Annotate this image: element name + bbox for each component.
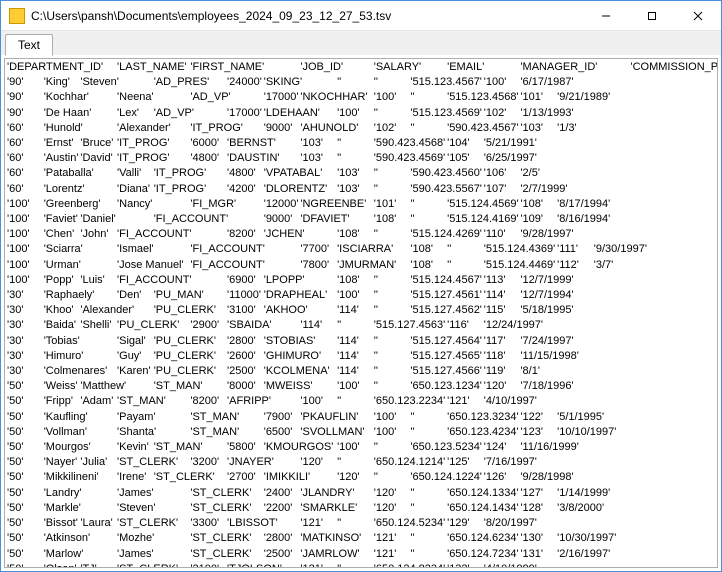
minimize-button[interactable] <box>583 1 629 30</box>
window-titlebar: C:\Users\pansh\Documents\employees_2024_… <box>1 1 721 31</box>
maximize-button[interactable] <box>629 1 675 30</box>
tab-strip: Text <box>1 31 721 55</box>
tab-text[interactable]: Text <box>5 34 53 56</box>
text-content[interactable]: 'DEPARTMENT_ID' 'LAST_NAME' 'FIRST_NAME'… <box>4 58 718 568</box>
app-icon <box>9 8 25 24</box>
window-title: C:\Users\pansh\Documents\employees_2024_… <box>31 9 583 23</box>
close-button[interactable] <box>675 1 721 30</box>
